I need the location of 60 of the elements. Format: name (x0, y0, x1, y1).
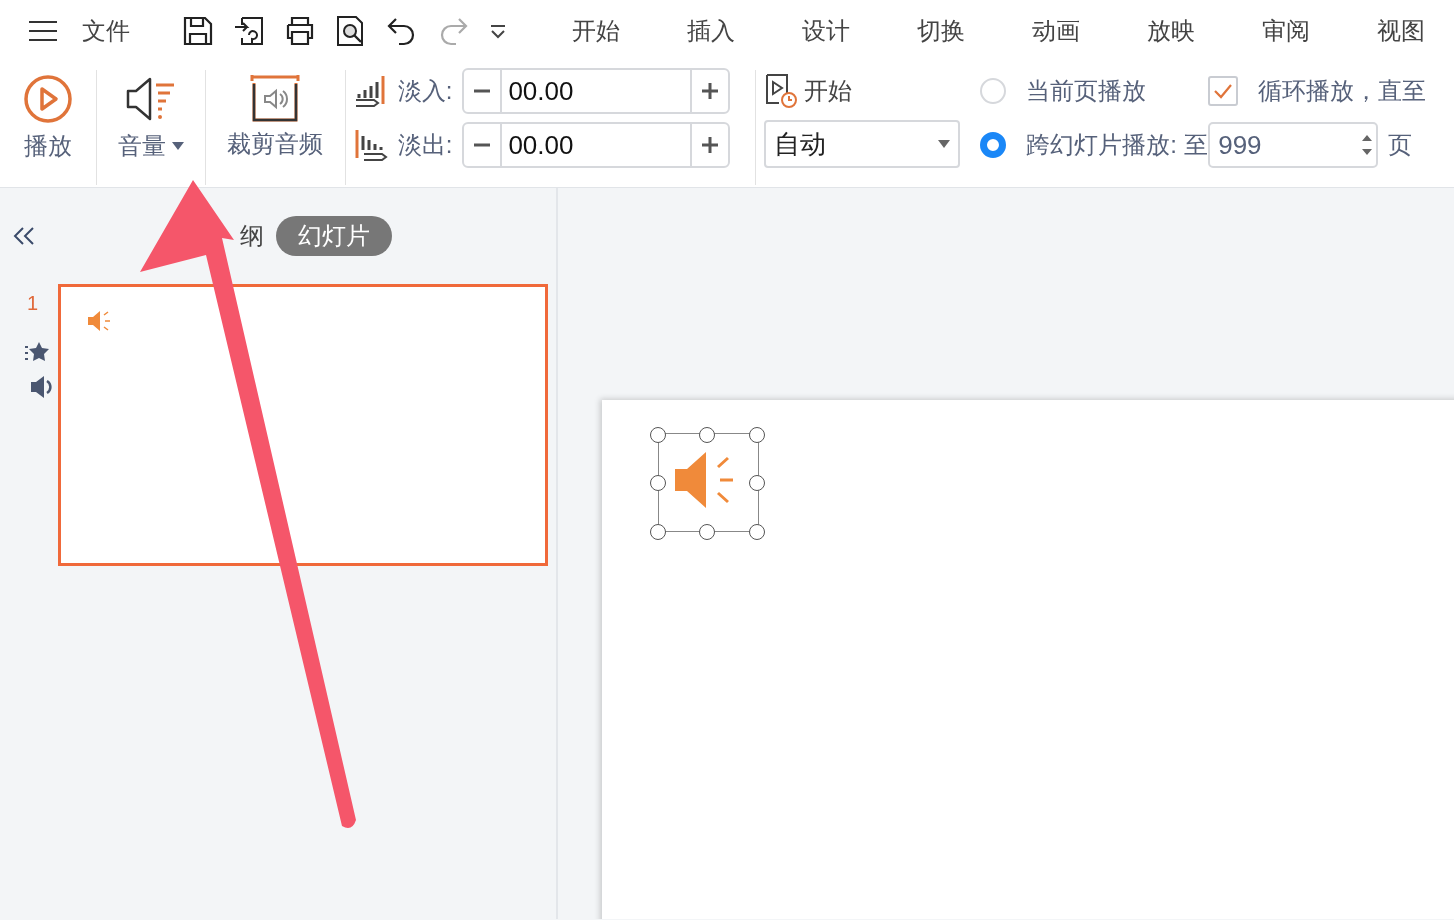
slide-thumbnail[interactable] (58, 284, 548, 566)
play-button[interactable]: 播放 (22, 74, 73, 162)
menu-tab[interactable]: 审阅 (1228, 11, 1343, 51)
resize-handle[interactable] (650, 427, 666, 443)
play-icon (22, 74, 73, 124)
fade-out-stepper[interactable]: 00.00 (462, 122, 731, 168)
minus-icon[interactable] (474, 89, 491, 93)
resize-handle[interactable] (699, 427, 715, 443)
radio-label: 跨幻灯片播放: 至 (1026, 130, 1208, 160)
resize-handle[interactable] (749, 475, 765, 491)
selection-frame[interactable] (658, 433, 759, 532)
slide-number: 1 (26, 292, 39, 315)
audio-clip-icon (249, 74, 302, 122)
page-spinbox[interactable]: 999 (1208, 122, 1379, 168)
resize-handle[interactable] (749, 524, 765, 540)
fade-out-field[interactable]: 00.00 (500, 124, 693, 166)
fade-out-label: 淡出: (397, 130, 453, 160)
menu-tab[interactable]: 动画 (998, 11, 1113, 51)
menu-icon[interactable] (28, 20, 58, 42)
plus-icon[interactable] (702, 83, 719, 99)
fade-in-label: 淡入: (397, 76, 453, 106)
menu-tab[interactable]: 插入 (653, 11, 768, 51)
speaker-icon (87, 309, 113, 333)
fade-in-icon (353, 74, 388, 108)
radio-label: 当前页播放 (1026, 76, 1147, 106)
start-dropdown[interactable]: 自动 (764, 120, 961, 168)
loop-label: 循环播放，直至 (1258, 76, 1427, 106)
panel-tab[interactable]: 纲 (240, 216, 264, 256)
volume-button[interactable]: 音量 (117, 74, 184, 162)
fade-in-stepper[interactable]: 00.00 (462, 68, 731, 114)
dropdown-arrow-icon (171, 142, 184, 150)
print-icon[interactable] (284, 15, 316, 47)
animation-star-icon (24, 341, 50, 363)
trim-audio-button[interactable]: 裁剪音频 (227, 74, 324, 160)
page-suffix: 页 (1388, 130, 1413, 160)
start-media-icon (764, 73, 799, 109)
menu-tab[interactable]: 开始 (538, 11, 653, 51)
menu-tab[interactable]: 切换 (883, 11, 998, 51)
menu-tab[interactable]: 放映 (1113, 11, 1228, 51)
spin-arrows-icon[interactable] (1362, 134, 1373, 156)
file-menu[interactable]: 文件 (82, 15, 130, 47)
resize-handle[interactable] (699, 524, 715, 540)
menu-tab[interactable]: 视图 (1343, 11, 1454, 51)
dropdown-arrow-icon (938, 140, 951, 148)
radio-button[interactable] (980, 132, 1007, 158)
fade-out-icon (353, 128, 388, 162)
start-label: 开始 (804, 76, 853, 106)
check-icon (1213, 83, 1234, 99)
collapse-icon[interactable] (12, 226, 36, 246)
menu-tab[interactable]: 设计 (768, 11, 883, 51)
resize-handle[interactable] (749, 427, 765, 443)
save-icon[interactable] (182, 15, 214, 47)
minus-icon[interactable] (474, 143, 491, 147)
loop-checkbox[interactable] (1208, 76, 1239, 106)
panel-tab[interactable]: 幻灯片 (276, 216, 392, 256)
resize-handle[interactable] (650, 475, 666, 491)
export-icon[interactable] (233, 15, 265, 47)
plus-icon[interactable] (702, 137, 719, 153)
fade-in-field[interactable]: 00.00 (500, 70, 693, 112)
resize-handle[interactable] (650, 524, 666, 540)
